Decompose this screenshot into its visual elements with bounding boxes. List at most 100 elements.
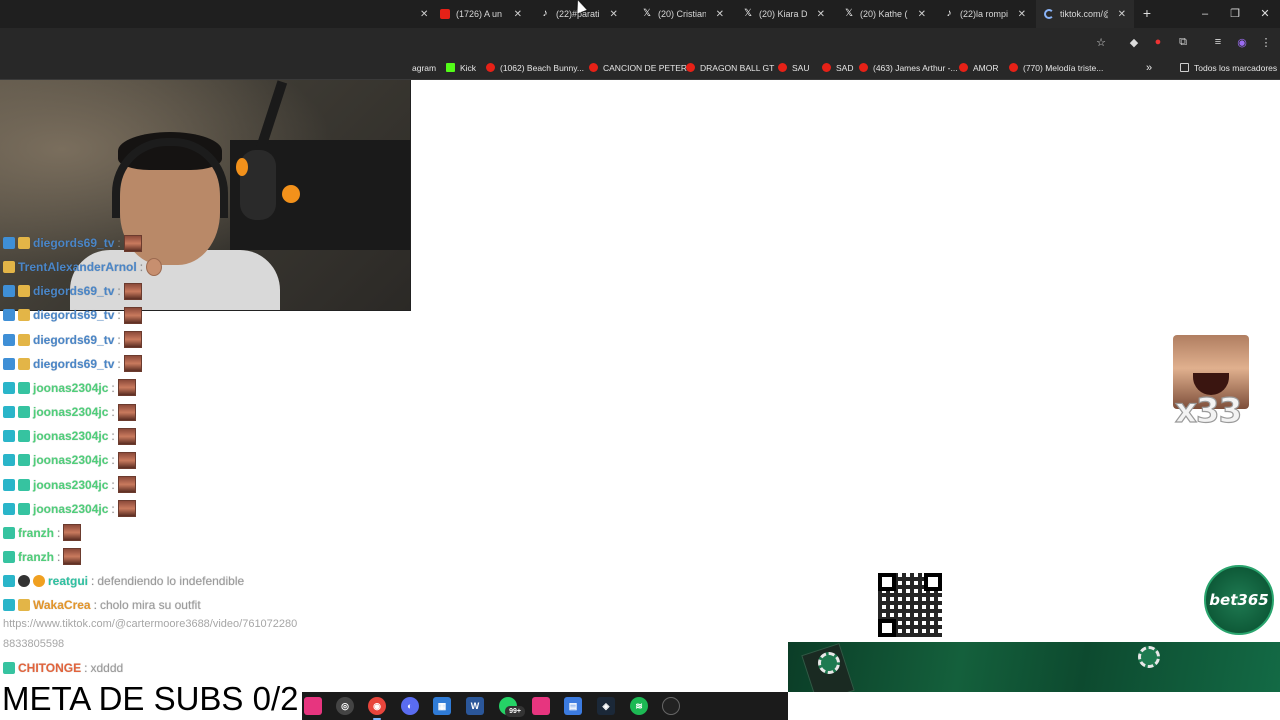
green-badge-icon [3,550,15,563]
tab-close-icon[interactable]: ✕ [1018,9,1026,20]
bookmark-label: (1062) Beach Bunny... [500,62,584,73]
chat-username: diegords69_tv [33,284,115,299]
chat-separator: : [57,549,61,564]
emote-combo: x33 [1173,335,1249,432]
extension-diamond-icon[interactable]: ◆ [1126,34,1142,50]
chat-emote-icon [117,403,136,421]
youtube-icon [778,63,787,72]
bookmark-item[interactable]: (463) James Arthur -... [859,60,958,75]
chat-message: joonas2304jc: [3,449,136,471]
tab-5[interactable]: ♪ (22)la rompim ✕ [936,0,1034,28]
bookmark-item[interactable]: CANCION DE PETER [589,60,687,75]
restore-button[interactable]: ❐ [1220,0,1250,28]
tab-6[interactable]: tiktok.com/@ ✕ [1036,0,1134,28]
chat-separator: : [111,380,115,395]
new-tab-button[interactable]: + [1138,4,1156,22]
bookmark-item[interactable]: (770) Melodía triste... [1009,60,1103,75]
tab-title: (20) Kathe (@ [860,9,908,19]
bookmark-item[interactable]: SAD [822,60,853,75]
tab-4[interactable]: 𝕏 (20) Kathe (@ ✕ [836,0,934,28]
chat-separator: : [111,429,115,444]
tab-3[interactable]: 𝕏 (20) Kiara Díaz ✕ [735,0,833,28]
steam-icon[interactable]: ◈ [597,697,615,715]
cyan-badge-icon [3,599,15,612]
bookmark-item[interactable]: (1062) Beach Bunny... [486,60,584,75]
chat-username: joonas2304jc [33,429,109,444]
chat-message: joonas2304jc: [3,401,136,423]
kick-icon [446,63,455,72]
green-badge-icon [18,478,30,491]
chat-text: cholo mira su outfit [99,598,201,613]
browser-alt-icon[interactable]: ◐ [401,697,419,715]
chat-separator: : [57,525,61,540]
chat-emote-icon [63,548,82,566]
tab-close-icon[interactable]: ✕ [610,9,618,20]
chat-username: joonas2304jc [33,477,109,492]
tab-close-icon[interactable]: ✕ [817,9,825,20]
spotify-icon[interactable]: ≋ [630,697,648,715]
chat-message: diegords69_tv: [3,304,142,326]
green-badge-icon [18,502,30,515]
x-icon: 𝕏 [743,8,753,19]
green-badge-icon [18,406,30,419]
bookmark-item[interactable]: Kick [446,60,476,75]
tab-close-icon[interactable]: ✕ [918,9,926,20]
gold-badge-icon [18,333,30,346]
qr-code [874,569,946,641]
gold-badge-icon [3,261,15,274]
chat-message: diegords69_tv: [3,232,142,254]
file-explorer-icon[interactable]: ▤ [564,697,582,715]
all-bookmarks-button[interactable]: Todos los marcadores [1180,60,1277,75]
media-control-icon[interactable]: ≡ [1210,34,1226,50]
banner-text: P [958,571,965,582]
tab-close-icon[interactable]: ✕ [514,9,522,20]
chat-separator: : [117,284,121,299]
profile-avatar-icon[interactable]: ◉ [1234,34,1250,50]
word-icon[interactable]: W [466,697,484,715]
tab-close-icon[interactable]: ✕ [1118,9,1126,20]
tab-close-button[interactable]: ✕ [408,0,432,28]
emote-count: x33 [1174,390,1242,431]
chat-message: diegords69_tv: [3,353,142,375]
app-circle-icon[interactable] [662,697,680,715]
chat-username: diegords69_tv [33,356,115,371]
tab-0[interactable]: (1726) A un m ✕ [432,0,530,28]
chat-emote-icon [117,379,136,397]
casino-chip-icon [818,652,840,674]
close-window-button[interactable]: ✕ [1250,0,1280,28]
bookmark-item[interactable]: DRAGON BALL GT [686,60,774,75]
chat-emote-icon [123,306,142,324]
blue-badge-icon [3,357,15,370]
chat-emote-icon [117,500,136,518]
minimize-button[interactable]: – [1190,0,1220,28]
app-pink2-icon[interactable] [532,697,550,715]
calculator-icon[interactable]: ▦ [433,697,451,715]
bookmark-item[interactable]: agram [412,60,436,75]
extensions-puzzle-icon[interactable]: ⧉ [1175,34,1191,50]
bookmark-item[interactable]: AMOR [959,60,999,75]
folder-icon [1180,63,1189,72]
green-badge-icon [3,526,15,539]
tiktok-icon: ♪ [946,8,952,19]
bookmark-label: DRAGON BALL GT [700,62,775,73]
casino-chip-icon [1138,646,1160,668]
obs-icon[interactable]: ◎ [336,697,354,715]
close-icon[interactable]: ✕ [420,9,428,20]
chrome-icon[interactable]: ◉ [368,697,386,720]
app-pink-icon[interactable] [304,697,322,715]
youtube-icon [486,63,495,72]
chat-username: diegords69_tv [33,308,115,323]
blue-badge-icon [3,237,15,249]
tab-close-icon[interactable]: ✕ [716,9,724,20]
extension-red-icon[interactable]: ● [1150,34,1166,50]
bookmark-item[interactable]: SAU [778,60,809,75]
chat-separator: : [117,332,121,347]
menu-kebab-icon[interactable]: ⋮ [1258,34,1274,50]
star-icon[interactable]: ☆ [1093,34,1109,50]
chat-emote-face-icon [146,258,163,277]
chat-message: joonas2304jc: [3,498,136,520]
tab-2[interactable]: 𝕏 (20) Cristian_S ✕ [634,0,732,28]
bookmarks-overflow-icon[interactable]: » [1146,60,1152,75]
chat-message: diegords69_tv: [3,329,142,351]
cyan-badge-icon [3,381,15,394]
